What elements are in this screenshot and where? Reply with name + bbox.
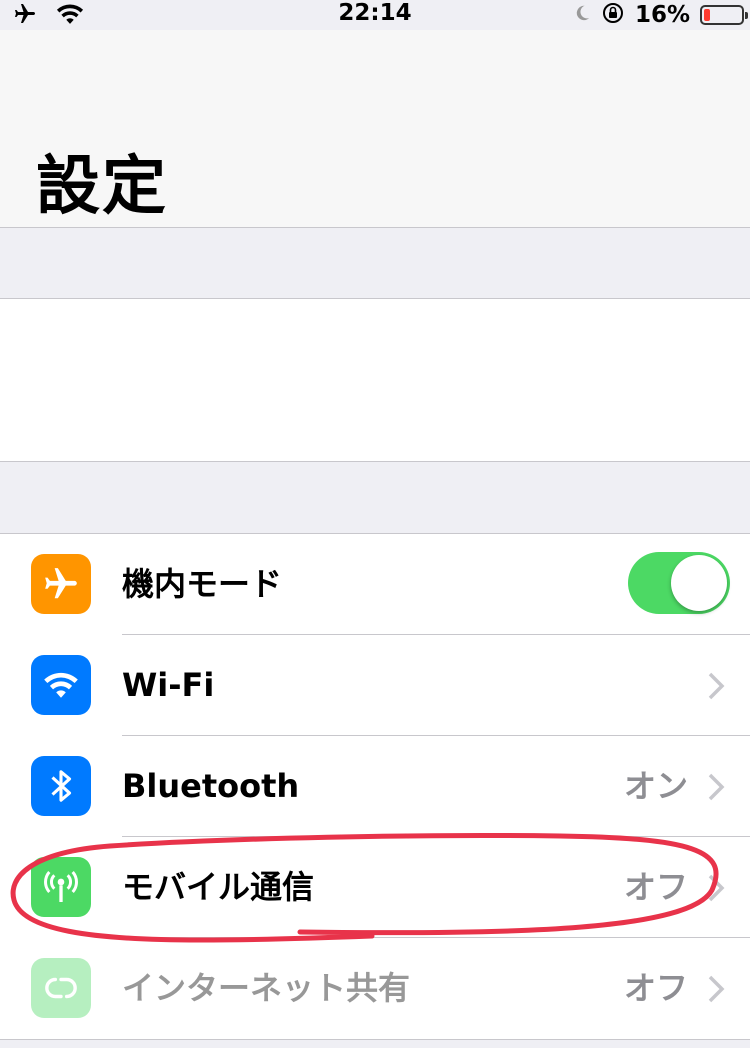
bluetooth-icon <box>31 756 91 816</box>
status-bar: 22:14 16% <box>0 0 750 30</box>
settings-row-wifi[interactable]: Wi-Fi <box>0 635 750 736</box>
hotspot-value: オフ <box>623 969 688 1007</box>
chevron-right-icon <box>708 672 725 700</box>
battery-icon <box>700 5 748 25</box>
navigation-header: 設定 <box>0 30 750 228</box>
apple-id-card[interactable] <box>0 298 750 462</box>
antenna-icon <box>31 857 91 917</box>
battery-percent: 16% <box>634 2 690 28</box>
airplane-icon <box>31 554 91 614</box>
chevron-right-icon <box>708 773 725 801</box>
wifi-label: Wi-Fi <box>122 666 215 704</box>
settings-group-connectivity: 機内モード Wi-Fi Bluetooth オン モバイル通信 オフ インターネ… <box>0 533 750 1040</box>
toggle-knob <box>671 555 727 611</box>
wifi-icon <box>31 655 91 715</box>
settings-row-bluetooth[interactable]: Bluetooth オン <box>0 736 750 837</box>
cellular-label: モバイル通信 <box>122 868 315 906</box>
chevron-right-icon <box>708 874 725 902</box>
airplane-mode-toggle[interactable] <box>628 552 730 614</box>
battery-fill <box>704 9 710 21</box>
settings-row-personal-hotspot[interactable]: インターネット共有 オフ <box>0 938 750 1039</box>
rotation-lock-icon <box>601 1 625 29</box>
moon-icon <box>573 3 591 27</box>
page-title: 設定 <box>36 150 168 224</box>
hotspot-icon <box>31 958 91 1018</box>
cellular-value: オフ <box>623 868 688 906</box>
bluetooth-value: オン <box>623 767 688 805</box>
hotspot-label: インターネット共有 <box>122 969 411 1007</box>
bluetooth-label: Bluetooth <box>122 767 300 805</box>
airplane-mode-label: 機内モード <box>122 565 283 603</box>
settings-row-cellular[interactable]: モバイル通信 オフ <box>0 837 750 938</box>
status-right: 16% <box>573 1 748 29</box>
chevron-right-icon <box>708 975 725 1003</box>
settings-row-airplane-mode[interactable]: 機内モード <box>0 534 750 635</box>
